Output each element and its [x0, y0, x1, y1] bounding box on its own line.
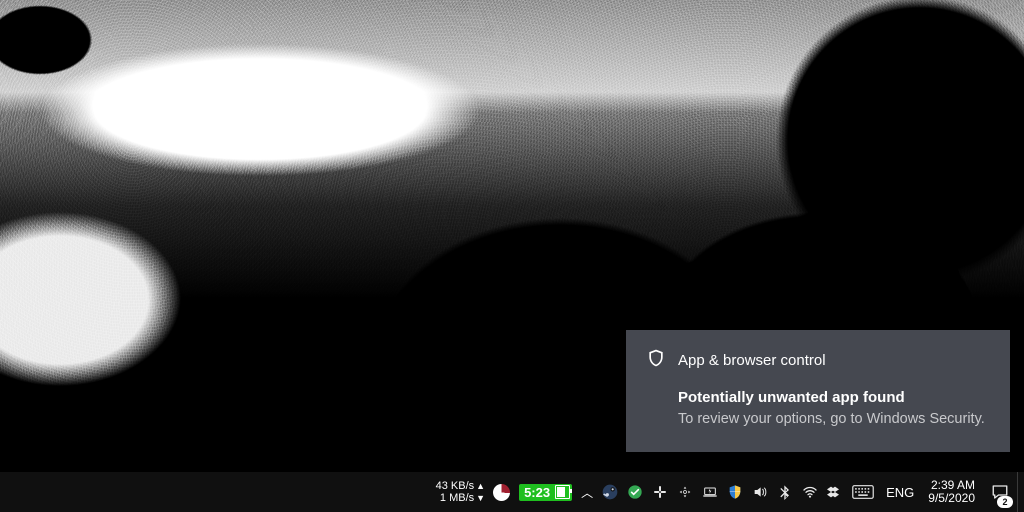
keyboard-icon[interactable]: [852, 484, 874, 500]
notification-body: Potentially unwanted app found To review…: [646, 389, 988, 430]
windows-security-shield-icon[interactable]: [727, 484, 743, 500]
network-speed-meter[interactable]: 43 KB/s ▲ 1 MB/s ▼: [436, 480, 485, 504]
show-desktop-button[interactable]: [1017, 472, 1024, 512]
down-arrow-icon: ▼: [476, 494, 485, 503]
laptop-charging-icon[interactable]: [702, 484, 718, 500]
steam-icon[interactable]: [602, 484, 618, 500]
system-tray: 5:23 ︿: [493, 484, 874, 501]
notification-heading: Potentially unwanted app found: [678, 389, 988, 406]
battery-time-remaining: 5:23: [521, 485, 553, 500]
notification-text: To review your options, go to Windows Se…: [678, 410, 988, 430]
taskbar: 43 KB/s ▲ 1 MB/s ▼ 5:23 ︿: [0, 472, 1024, 512]
tray-overflow-chevron-icon[interactable]: ︿: [581, 484, 593, 501]
taskbar-clock[interactable]: 2:39 AM 9/5/2020: [920, 479, 983, 505]
notification-source: App & browser control: [678, 352, 826, 369]
download-speed: 43 KB/s: [436, 480, 475, 492]
clock-date: 9/5/2020: [928, 492, 975, 505]
timer-pie-icon[interactable]: [493, 484, 510, 501]
notification-toast[interactable]: App & browser control Potentially unwant…: [626, 330, 1010, 452]
battery-indicator[interactable]: 5:23: [519, 484, 572, 501]
notification-count-badge: 2: [997, 496, 1013, 508]
upload-speed: 1 MB/s: [440, 492, 474, 504]
slack-icon[interactable]: [652, 484, 668, 500]
up-arrow-icon: ▲: [476, 482, 485, 491]
status-check-icon[interactable]: [627, 484, 643, 500]
action-center-button[interactable]: 2: [983, 472, 1017, 512]
notification-header: App & browser control: [646, 348, 988, 373]
sync-icon[interactable]: [677, 484, 693, 500]
battery-icon: [555, 485, 570, 499]
wifi-icon[interactable]: [802, 484, 818, 500]
shield-icon: [646, 348, 666, 373]
dropbox-icon[interactable]: [827, 484, 843, 500]
bluetooth-icon[interactable]: [777, 484, 793, 500]
volume-icon[interactable]: [752, 484, 768, 500]
language-indicator[interactable]: ENG: [880, 485, 920, 500]
